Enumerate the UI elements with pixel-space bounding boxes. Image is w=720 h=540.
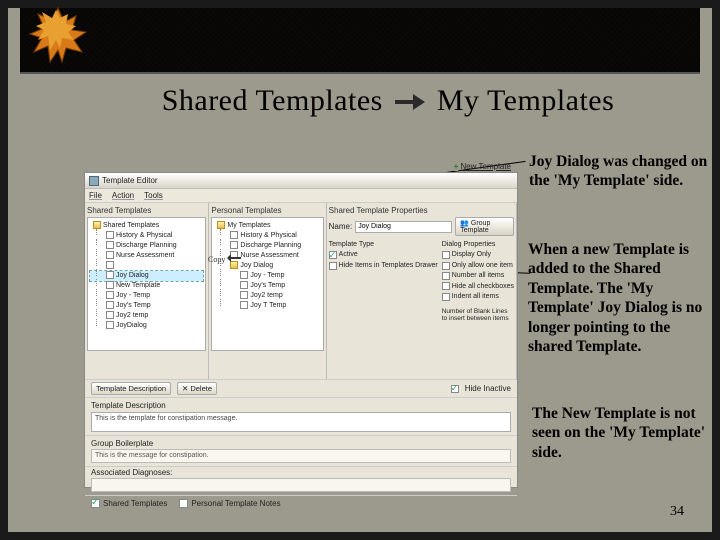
- group-boilerplate-section: Group Boilerplate This is the message fo…: [85, 435, 517, 466]
- arrow-left-right-icon: [227, 254, 241, 262]
- display-only-checkbox[interactable]: [442, 251, 450, 259]
- active-checkbox[interactable]: [329, 251, 337, 259]
- diagnoses-value[interactable]: [91, 478, 511, 492]
- hide-checkboxes-checkbox[interactable]: [442, 282, 450, 290]
- app-icon: [89, 176, 99, 186]
- group-template-button[interactable]: 👥 Group Template: [455, 217, 514, 236]
- shared-selected-joy-dialog[interactable]: Joy Dialog: [90, 271, 203, 281]
- menu-action[interactable]: Action: [112, 191, 134, 200]
- delete-button[interactable]: ✕ Delete: [177, 382, 217, 395]
- copy-arrow-label: Copy: [208, 254, 241, 264]
- name-label: Name:: [329, 222, 353, 231]
- hide-inactive-label: Hide Inactive: [465, 384, 511, 393]
- template-desc-label: Template Description: [91, 401, 511, 410]
- template-type-label: Template Type: [329, 240, 438, 249]
- indent-items-checkbox[interactable]: [442, 293, 450, 301]
- blank-lines-label: Number of Blank Lines to insert between …: [442, 308, 514, 322]
- window-title: Template Editor: [102, 176, 158, 185]
- personal-footer-label: Personal Template Notes: [191, 499, 280, 508]
- slide-title: Shared Templates My Templates: [108, 84, 668, 118]
- footer-bar: Shared Templates Personal Template Notes: [85, 495, 517, 511]
- title-right: My Templates: [437, 84, 615, 117]
- annotation-note-3: The New Template is not seen on the 'My …: [532, 404, 718, 462]
- name-input[interactable]: [355, 221, 452, 233]
- one-item-checkbox[interactable]: [442, 262, 450, 270]
- new-template-link[interactable]: +New Template: [451, 162, 511, 171]
- group-label: Group Boilerplate: [91, 439, 511, 448]
- template-desc-button[interactable]: Template Description: [91, 382, 171, 395]
- page-number: 34: [670, 504, 684, 520]
- personal-templates-panel: Personal Templates My Templates History …: [209, 203, 326, 379]
- properties-panel: Shared Template Properties Name: 👥 Group…: [327, 203, 517, 379]
- shared-footer-label: Shared Templates: [103, 499, 167, 508]
- annotation-note-2: When a new Template is added to the Shar…: [528, 240, 718, 356]
- number-items-checkbox[interactable]: [442, 272, 450, 280]
- diagnoses-section: Associated Diagnoses:: [85, 466, 517, 495]
- hide-inactive-checkbox[interactable]: [451, 385, 459, 393]
- show-shared-checkbox[interactable]: [91, 499, 100, 508]
- template-desc-text[interactable]: This is the template for constipation me…: [91, 412, 511, 432]
- group-value[interactable]: This is the message for constipation.: [91, 449, 511, 463]
- template-editor-window: Template Editor File Action Tools +New T…: [84, 172, 518, 488]
- template-desc-section: Template Description This is the templat…: [85, 397, 517, 435]
- personal-tree[interactable]: My Templates History & Physical Discharg…: [211, 217, 323, 351]
- menubar[interactable]: File Action Tools +New Template: [85, 189, 517, 203]
- mid-toolbar: Template Description ✕ Delete Hide Inact…: [85, 379, 517, 397]
- shared-header: Shared Templates: [87, 206, 206, 215]
- personal-header: Personal Templates: [211, 206, 323, 215]
- dialog-props-header: Dialog Properties: [442, 240, 514, 249]
- menu-file[interactable]: File: [89, 191, 102, 200]
- show-personal-checkbox[interactable]: [179, 499, 188, 508]
- window-titlebar: Template Editor: [85, 173, 517, 189]
- title-left: Shared Templates: [162, 84, 383, 117]
- maple-leaf-icon: [26, 4, 90, 66]
- diagnoses-label: Associated Diagnoses:: [91, 468, 511, 477]
- shared-templates-panel: Shared Templates Shared Templates Histor…: [85, 203, 209, 379]
- menu-tools[interactable]: Tools: [144, 191, 163, 200]
- props-header: Shared Template Properties: [329, 206, 514, 215]
- slide: Shared Templates My Templates Joy Dialog…: [8, 8, 712, 532]
- arrow-right-icon: [395, 84, 425, 118]
- shared-tree[interactable]: Shared Templates History & Physical Disc…: [87, 217, 206, 351]
- hide-items-checkbox[interactable]: [329, 262, 337, 270]
- annotation-note-1: Joy Dialog was changed on the 'My Templa…: [529, 152, 709, 191]
- decorative-top-band: [20, 8, 700, 74]
